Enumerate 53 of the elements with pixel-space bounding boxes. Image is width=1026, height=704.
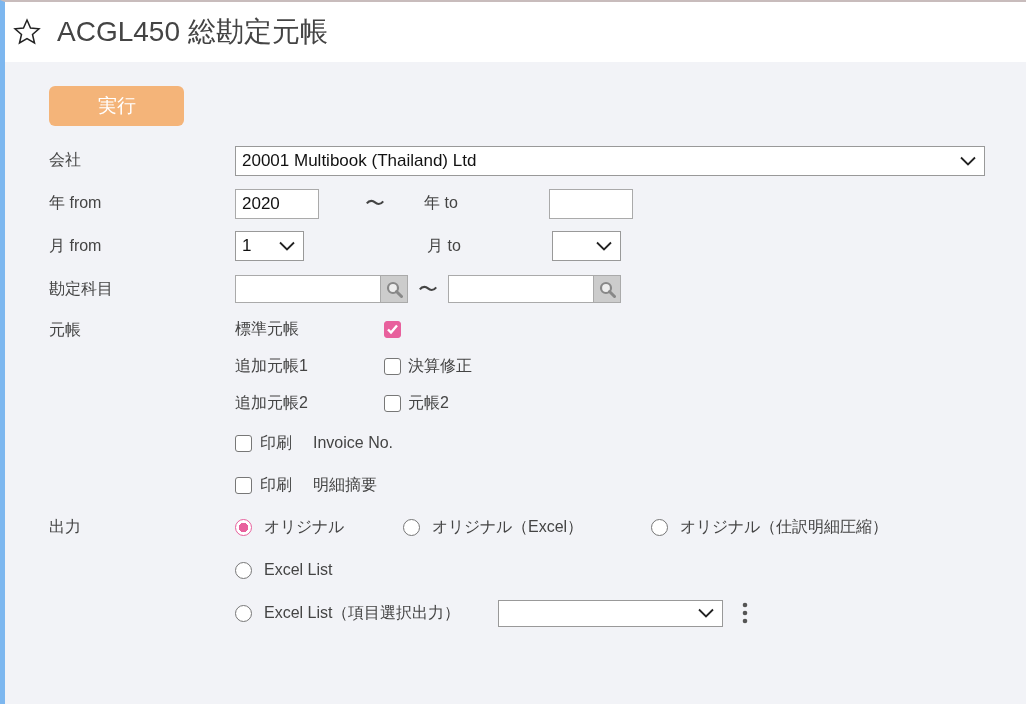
ledger-name: 追加元帳1 <box>235 356 309 376</box>
radio-label: オリジナル <box>264 516 344 537</box>
field-label: 出力 <box>49 517 82 537</box>
radio-button[interactable] <box>235 518 252 536</box>
print-target-label: 明細摘要 <box>313 474 377 495</box>
checkbox[interactable] <box>235 476 252 494</box>
year-to-field[interactable] <box>549 188 633 219</box>
range-separator: 〜 <box>365 191 385 216</box>
checkbox-label: 決算修正 <box>408 356 472 376</box>
chevron-down-icon <box>698 608 715 618</box>
more-options-icon[interactable] <box>742 602 749 624</box>
field-label: 月 to <box>427 235 462 256</box>
radio-button[interactable] <box>403 518 420 536</box>
radio-label: Excel List <box>264 561 333 579</box>
checkbox[interactable] <box>384 395 401 412</box>
checkbox-label: 印刷 <box>260 474 293 495</box>
checkbox[interactable] <box>235 434 252 452</box>
checkbox-label: 元帳2 <box>408 393 449 413</box>
checkbox[interactable] <box>384 321 401 338</box>
range-separator: 〜 <box>418 276 438 302</box>
search-button[interactable] <box>593 275 621 303</box>
ledger-name: 標準元帳 <box>235 319 300 339</box>
field-label: 元帳 <box>49 320 82 340</box>
radio-label: Excel List（項目選択出力） <box>264 602 461 623</box>
page-title: ACGL450 総勘定元帳 <box>57 15 328 49</box>
radio-label: オリジナル（仕訳明細圧縮） <box>680 516 888 537</box>
ledger-name: 追加元帳2 <box>235 393 309 413</box>
search-button[interactable] <box>380 275 408 303</box>
radio-button[interactable] <box>651 518 668 536</box>
field-label: 会社 <box>49 150 82 170</box>
chevron-down-icon <box>279 241 295 251</box>
radio-button[interactable] <box>235 604 252 622</box>
account-from-field[interactable] <box>235 275 380 303</box>
account-to-field[interactable] <box>448 275 593 303</box>
month-from-select[interactable]: 1 <box>235 231 304 261</box>
column-select[interactable] <box>498 599 724 627</box>
year-from-field[interactable]: 2020 <box>235 188 319 219</box>
search-icon <box>598 280 616 298</box>
search-icon <box>385 280 403 298</box>
chevron-down-icon <box>596 241 612 251</box>
radio-button[interactable] <box>235 561 252 579</box>
print-target-label: Invoice No. <box>313 434 394 452</box>
checkbox-label: 印刷 <box>260 432 293 453</box>
field-label: 年 to <box>424 193 459 213</box>
month-to-select[interactable] <box>552 231 621 261</box>
field-label: 勘定科目 <box>49 278 114 299</box>
star-icon[interactable] <box>13 18 41 46</box>
chevron-down-icon <box>960 155 976 166</box>
radio-label: オリジナル（Excel） <box>432 516 584 537</box>
field-label: 年 from <box>49 193 103 213</box>
checkbox[interactable] <box>384 358 401 375</box>
company-select[interactable]: 20001 Multibook (Thailand) Ltd <box>235 145 985 176</box>
field-label: 月 from <box>49 235 103 256</box>
